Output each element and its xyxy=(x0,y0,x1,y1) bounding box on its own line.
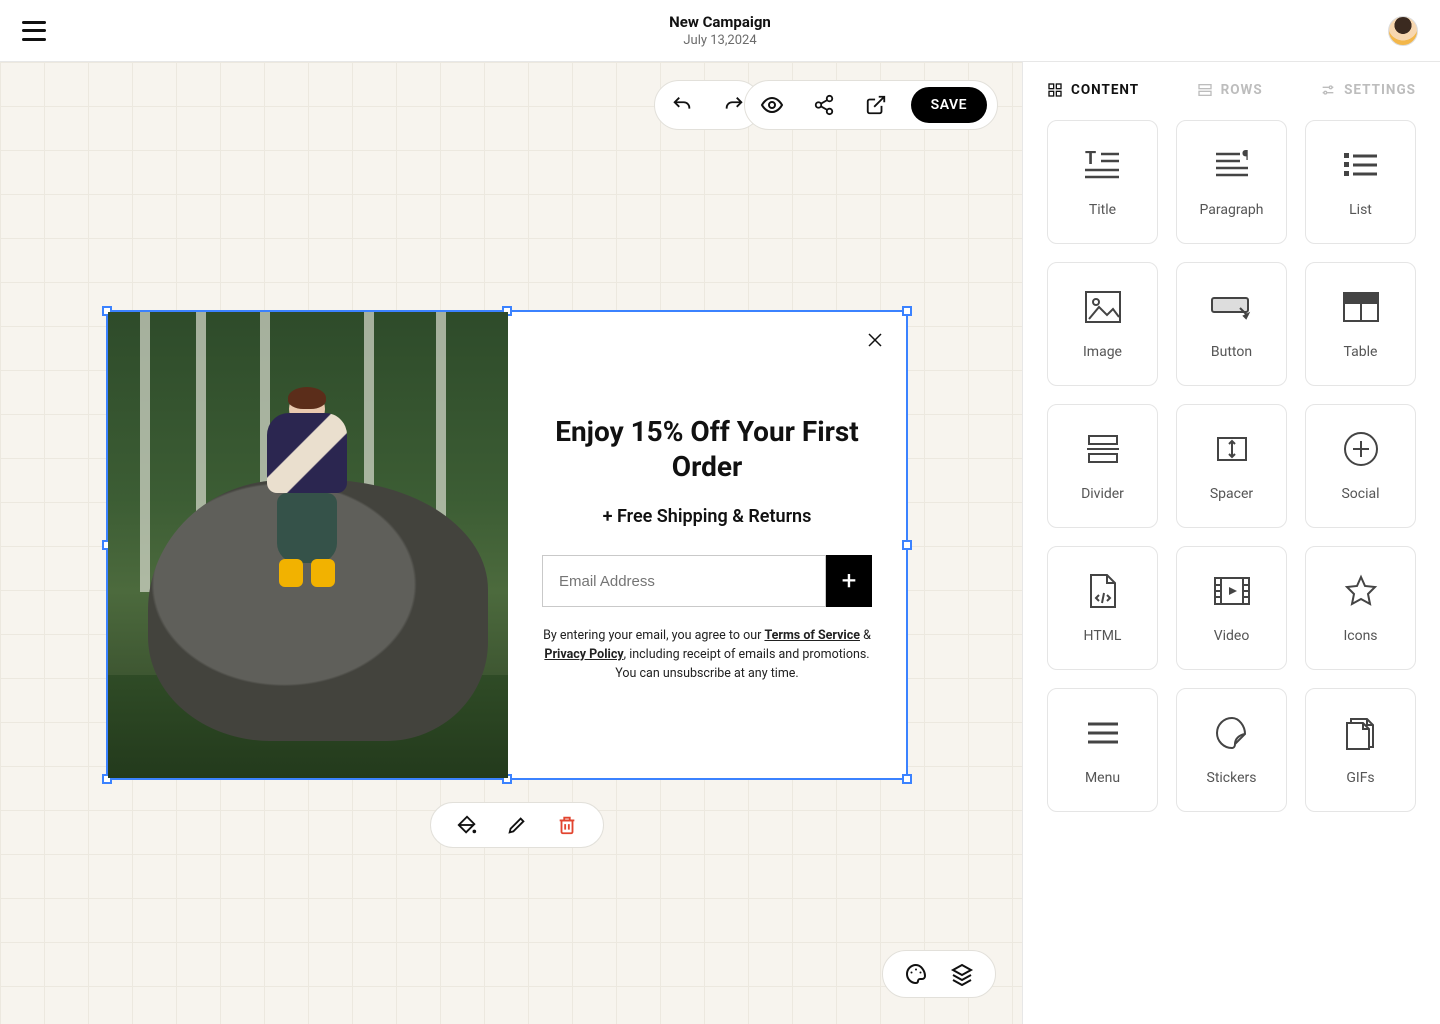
sidebar: CONTENT ROWS SETTINGS T Title ¶ xyxy=(1022,62,1440,1024)
theme-button[interactable] xyxy=(903,961,929,987)
open-external-button[interactable] xyxy=(859,88,893,122)
promo-subheading: + Free Shipping & Returns xyxy=(542,506,872,527)
layers-icon xyxy=(950,962,974,986)
svg-text:¶: ¶ xyxy=(1242,148,1249,164)
svg-text:T: T xyxy=(1085,148,1096,169)
layers-button[interactable] xyxy=(949,961,975,987)
tile-social[interactable]: Social xyxy=(1305,404,1416,528)
tile-spacer[interactable]: Spacer xyxy=(1176,404,1287,528)
edit-button[interactable] xyxy=(505,813,529,837)
gifs-icon xyxy=(1339,714,1383,752)
table-icon xyxy=(1339,288,1383,326)
privacy-link[interactable]: Privacy Policy xyxy=(544,647,623,662)
page-title: New Campaign xyxy=(669,13,771,31)
save-button[interactable]: SAVE xyxy=(911,87,987,123)
top-bar: New Campaign July 13,2024 xyxy=(0,0,1440,62)
rows-icon xyxy=(1197,82,1213,98)
tab-settings[interactable]: SETTINGS xyxy=(1320,82,1416,98)
undo-icon xyxy=(671,94,693,116)
social-icon xyxy=(1339,430,1383,468)
tile-gifs[interactable]: GIFs xyxy=(1305,688,1416,812)
external-link-icon xyxy=(865,94,887,116)
page-title-block: New Campaign July 13,2024 xyxy=(669,13,771,48)
tile-image[interactable]: Image xyxy=(1047,262,1158,386)
html-icon xyxy=(1081,572,1125,610)
palette-icon xyxy=(904,962,928,986)
promo-image xyxy=(108,312,508,778)
promo-fineprint: By entering your email, you agree to our… xyxy=(542,627,872,683)
tile-menu[interactable]: Menu xyxy=(1047,688,1158,812)
delete-button[interactable] xyxy=(555,813,579,837)
image-icon xyxy=(1081,288,1125,326)
avatar[interactable] xyxy=(1388,16,1418,46)
paint-bucket-icon xyxy=(456,814,478,836)
promo-heading: Enjoy 15% Off Your First Order xyxy=(542,414,872,484)
tile-table[interactable]: Table xyxy=(1305,262,1416,386)
tile-paragraph[interactable]: ¶ Paragraph xyxy=(1176,120,1287,244)
share-button[interactable] xyxy=(807,88,841,122)
trash-icon xyxy=(556,814,578,836)
promo-content: Enjoy 15% Off Your First Order + Free Sh… xyxy=(508,312,906,778)
sticker-icon xyxy=(1210,714,1254,752)
email-capture-row: + xyxy=(542,555,872,607)
tile-button[interactable]: Button xyxy=(1176,262,1287,386)
submit-email-button[interactable]: + xyxy=(826,555,872,607)
preview-button[interactable] xyxy=(755,88,789,122)
tab-rows[interactable]: ROWS xyxy=(1197,82,1263,98)
tile-icons[interactable]: Icons xyxy=(1305,546,1416,670)
email-input[interactable] xyxy=(542,555,826,607)
tile-divider[interactable]: Divider xyxy=(1047,404,1158,528)
element-action-toolbar xyxy=(430,802,604,848)
tile-list[interactable]: List xyxy=(1305,120,1416,244)
tile-title[interactable]: T Title xyxy=(1047,120,1158,244)
terms-link[interactable]: Terms of Service xyxy=(764,628,860,643)
fill-button[interactable] xyxy=(455,813,479,837)
grid-icon xyxy=(1047,82,1063,98)
close-button[interactable] xyxy=(866,330,884,355)
plus-icon: + xyxy=(842,566,857,596)
pencil-icon xyxy=(506,814,528,836)
spacer-icon xyxy=(1210,430,1254,468)
sidebar-tabs: CONTENT ROWS SETTINGS xyxy=(1047,82,1416,98)
design-canvas[interactable]: SAVE xyxy=(0,62,1022,1024)
selected-element[interactable]: Enjoy 15% Off Your First Order + Free Sh… xyxy=(106,310,908,780)
menu-lines-icon xyxy=(1081,714,1125,752)
tile-video[interactable]: Video xyxy=(1176,546,1287,670)
sliders-icon xyxy=(1320,82,1336,98)
list-icon xyxy=(1339,146,1383,184)
tab-content[interactable]: CONTENT xyxy=(1047,82,1139,98)
title-icon: T xyxy=(1081,146,1125,184)
share-icon xyxy=(813,94,835,116)
action-toolbar: SAVE xyxy=(744,80,998,130)
divider-icon xyxy=(1081,430,1125,468)
close-icon xyxy=(866,331,884,349)
content-tiles: T Title ¶ Paragraph List Image xyxy=(1047,120,1416,812)
canvas-tools xyxy=(882,950,996,998)
button-icon xyxy=(1210,288,1254,326)
menu-icon[interactable] xyxy=(22,21,46,41)
video-icon xyxy=(1210,572,1254,610)
undo-button[interactable] xyxy=(665,88,699,122)
page-date: July 13,2024 xyxy=(669,33,771,48)
star-icon xyxy=(1339,572,1383,610)
paragraph-icon: ¶ xyxy=(1210,146,1254,184)
redo-icon xyxy=(723,94,745,116)
tile-stickers[interactable]: Stickers xyxy=(1176,688,1287,812)
tile-html[interactable]: HTML xyxy=(1047,546,1158,670)
eye-icon xyxy=(760,93,784,117)
